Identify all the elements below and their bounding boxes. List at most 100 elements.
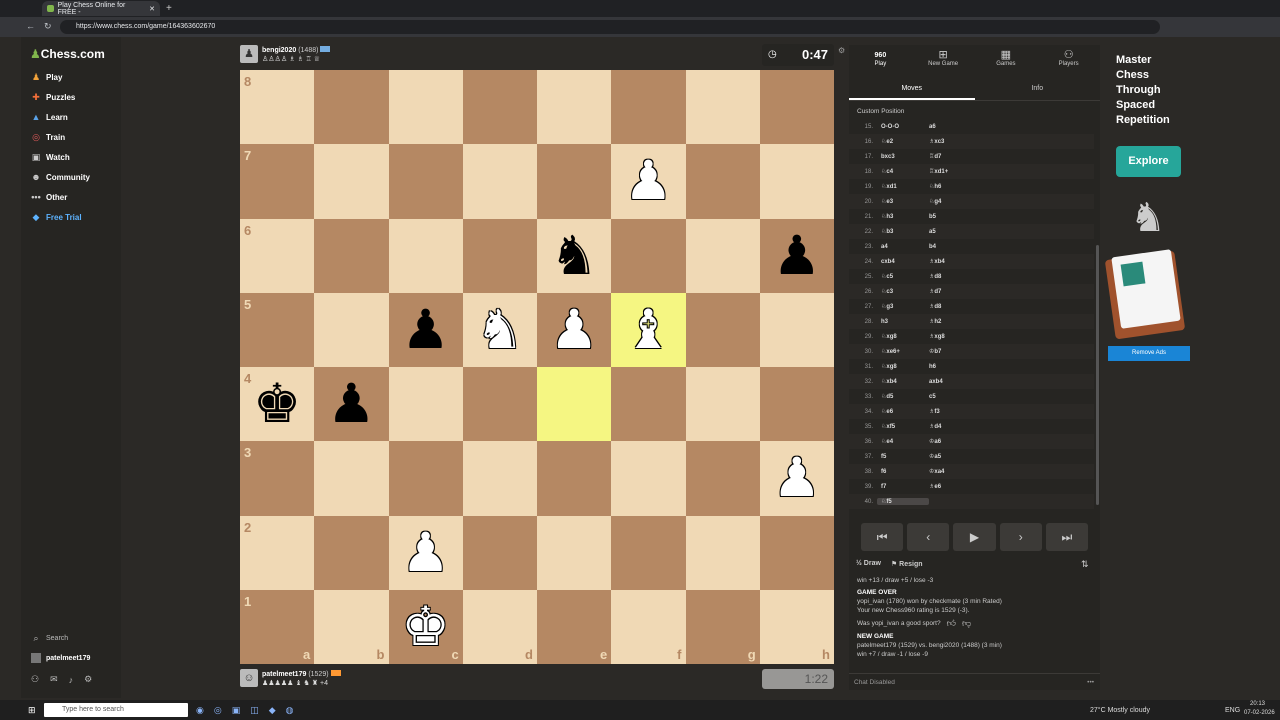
white-move[interactable]: f6	[877, 469, 929, 475]
square-b2[interactable]	[314, 515, 389, 590]
white-move[interactable]: ♘d5	[877, 393, 929, 400]
square-d1[interactable]: d	[462, 589, 537, 664]
square-c6[interactable]	[388, 218, 463, 293]
black-move[interactable]: a5	[929, 229, 981, 235]
thumbs-up-icon[interactable]: 👍︎	[947, 619, 956, 628]
square-d6[interactable]	[462, 218, 537, 293]
black-move[interactable]: ♔b7	[929, 348, 981, 355]
square-b3[interactable]	[314, 441, 389, 516]
taskbar-date[interactable]: 07-02-2026	[1244, 710, 1275, 716]
white-move[interactable]: f5	[877, 454, 929, 460]
explore-button[interactable]: Explore	[1116, 146, 1181, 177]
black-knight-piece[interactable]: ♞	[550, 228, 598, 283]
square-c4[interactable]	[388, 367, 463, 442]
black-pawn-piece[interactable]: ♟	[773, 228, 821, 283]
remove-ads-button[interactable]: Remove Ads	[1108, 346, 1190, 361]
square-a3[interactable]: 3	[240, 441, 315, 516]
square-e1[interactable]: e	[537, 589, 612, 664]
black-move[interactable]: ♖d7	[929, 153, 981, 160]
close-tab-icon[interactable]: ✕	[149, 5, 155, 13]
bottom-player-avatar[interactable]: ☺	[240, 669, 258, 687]
square-a5[interactable]: 5	[240, 292, 315, 367]
white-move[interactable]: ♘xf5	[877, 423, 929, 430]
black-move[interactable]: ♗xc3	[929, 138, 981, 145]
white-move[interactable]: ♘f5	[877, 498, 929, 505]
white-move[interactable]: ♘h3	[877, 213, 929, 220]
black-move[interactable]: ♘g4	[929, 198, 981, 205]
taskbar-language[interactable]: ENG	[1225, 707, 1240, 714]
resign-button[interactable]: ⚑ Resign	[891, 560, 923, 568]
tab-info[interactable]: Info	[975, 79, 1101, 100]
black-move[interactable]: ♗h2	[929, 318, 981, 325]
white-move[interactable]: ♘c3	[877, 288, 929, 295]
white-move[interactable]: ♘xd1	[877, 183, 929, 190]
browser-tab[interactable]: Play Chess Online for FREE - ✕	[42, 1, 160, 16]
taskbar-weather[interactable]: 27°C Mostly cloudy	[1090, 707, 1150, 714]
black-move[interactable]: ♖xd1+	[929, 168, 981, 175]
square-d3[interactable]	[462, 441, 537, 516]
black-move[interactable]: ♗d8	[929, 303, 981, 310]
black-move[interactable]: ♗d7	[929, 288, 981, 295]
tab-play[interactable]: 960 Play	[849, 45, 912, 77]
black-move[interactable]: ♗d4	[929, 423, 981, 430]
black-move[interactable]: ♗xb4	[929, 258, 981, 265]
square-e3[interactable]	[537, 441, 612, 516]
square-a1[interactable]: 1a	[240, 589, 315, 664]
black-move[interactable]: ♔xa4	[929, 468, 981, 475]
white-knight-piece[interactable]: ♞	[476, 302, 524, 357]
white-move[interactable]: ♘e6	[877, 408, 929, 415]
tab-moves[interactable]: Moves	[849, 79, 975, 100]
new-tab-icon[interactable]: +	[166, 3, 172, 14]
square-b6[interactable]	[314, 218, 389, 293]
square-d2[interactable]	[462, 515, 537, 590]
bottom-player-name[interactable]: patelmeet179	[262, 671, 306, 678]
square-d7[interactable]	[462, 144, 537, 219]
back-icon[interactable]: ←	[26, 21, 35, 31]
nav-watch[interactable]: ▣ Watch	[31, 152, 70, 163]
square-f4[interactable]	[611, 367, 686, 442]
white-move[interactable]: ♘e2	[877, 138, 929, 145]
thumbs-down-icon[interactable]: 👎︎	[962, 619, 971, 628]
reload-icon[interactable]: ↻	[44, 21, 52, 32]
square-h1[interactable]: h	[759, 589, 834, 664]
black-move[interactable]: h6	[929, 364, 981, 370]
square-f3[interactable]	[611, 441, 686, 516]
friends-icon[interactable]: ⚇	[31, 674, 39, 685]
square-a7[interactable]: 7	[240, 144, 315, 219]
nav-free-trial[interactable]: ◆ Free Trial	[31, 212, 82, 223]
more-options-icon[interactable]: •••	[1087, 674, 1094, 691]
square-g1[interactable]: g	[685, 589, 760, 664]
black-pawn-piece[interactable]: ♟	[401, 302, 449, 357]
square-g6[interactable]	[685, 218, 760, 293]
white-move[interactable]: f7	[877, 484, 929, 490]
tab-new-game[interactable]: ⊞ New Game	[912, 45, 975, 77]
board-settings-gear-icon[interactable]: ⚙	[838, 46, 845, 55]
draw-button[interactable]: ½ Draw	[856, 560, 881, 568]
white-move[interactable]: ♘e3	[877, 198, 929, 205]
white-pawn-piece[interactable]: ♟	[550, 302, 598, 357]
square-h5[interactable]	[759, 292, 834, 367]
flip-board-icon[interactable]: ⇅	[1081, 559, 1089, 570]
square-h7[interactable]	[759, 144, 834, 219]
tab-games[interactable]: ▦ Games	[975, 45, 1038, 77]
white-move[interactable]: ♘xg8	[877, 333, 929, 340]
square-c3[interactable]	[388, 441, 463, 516]
square-c2[interactable]: ♟	[388, 515, 463, 590]
first-move-button[interactable]: ⏮	[861, 523, 904, 551]
square-b5[interactable]	[314, 292, 389, 367]
square-e7[interactable]	[537, 144, 612, 219]
black-move[interactable]: b4	[929, 244, 981, 250]
square-f5[interactable]: ♝	[611, 292, 686, 367]
last-move-button[interactable]: ⏭	[1045, 523, 1089, 551]
black-move[interactable]: b5	[929, 214, 981, 220]
square-b4[interactable]: ♟	[314, 367, 389, 442]
white-move[interactable]: h3	[877, 319, 929, 325]
white-move[interactable]: ♘xg8	[877, 363, 929, 370]
white-move[interactable]: ♘c5	[877, 273, 929, 280]
nav-puzzles[interactable]: ✚ Puzzles	[31, 92, 75, 103]
black-move[interactable]: ♗xg8	[929, 333, 981, 340]
square-b1[interactable]: b	[314, 589, 389, 664]
square-e8[interactable]	[537, 70, 612, 145]
square-e5[interactable]: ♟	[537, 292, 612, 367]
black-move[interactable]: axb4	[929, 379, 981, 385]
